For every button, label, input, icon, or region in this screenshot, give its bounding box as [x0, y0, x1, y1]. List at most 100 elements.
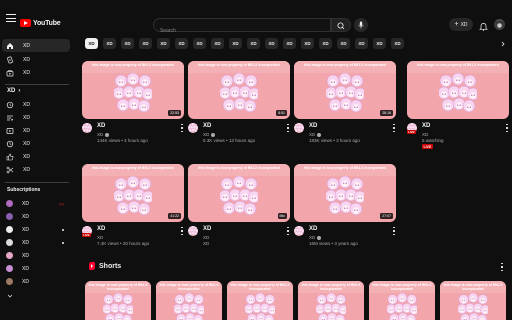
- video-title[interactable]: XD: [203, 226, 211, 232]
- sidebar-subscription[interactable]: XD ((•)): [2, 197, 70, 210]
- thumbnail-caption: this image is now property of BKLX Incor…: [301, 283, 361, 291]
- search-button[interactable]: [331, 18, 351, 32]
- shorts-more-icon[interactable]: [500, 262, 504, 272]
- filter-chip[interactable]: XD: [211, 38, 224, 49]
- more-options-icon[interactable]: [286, 123, 290, 133]
- filter-chip[interactable]: XD: [121, 38, 134, 49]
- video-title[interactable]: XD: [422, 123, 430, 129]
- more-options-icon[interactable]: [392, 226, 396, 236]
- more-options-icon[interactable]: [286, 226, 290, 236]
- channel-avatar[interactable]: [294, 123, 304, 133]
- filter-chip[interactable]: XD: [301, 38, 314, 49]
- thumbnail-caption: this image is now property of BKLX Incor…: [304, 166, 386, 170]
- search-box: [153, 18, 331, 37]
- voice-search-button[interactable]: [354, 18, 368, 32]
- short-thumbnail[interactable]: this image is now property of BKLX Incor…: [85, 281, 151, 320]
- video-thumbnail[interactable]: this image is now property of BKLX Incor…: [407, 61, 509, 119]
- filter-chip[interactable]: XD: [319, 38, 332, 49]
- more-options-icon[interactable]: [392, 123, 396, 133]
- sidebar-item-liked-videos[interactable]: XD: [2, 150, 70, 163]
- channel-name[interactable]: XD: [203, 235, 209, 240]
- filter-chip[interactable]: XD: [157, 38, 170, 49]
- filter-chip[interactable]: XD: [103, 38, 116, 49]
- sidebar-item-history[interactable]: XD: [2, 98, 70, 111]
- video-thumbnail[interactable]: this image is now property of BKLX Incor…: [294, 164, 396, 222]
- channel-name[interactable]: XD: [309, 132, 322, 137]
- sidebar-item-your-videos[interactable]: XD: [2, 124, 70, 137]
- sidebar-item-subscriptions[interactable]: XD: [2, 66, 70, 79]
- video-thumbnail[interactable]: this image is now property of BKLX Incor…: [188, 164, 290, 222]
- channel-avatar: [6, 213, 13, 220]
- sidebar-subscription[interactable]: XD: [2, 275, 70, 288]
- filter-chip[interactable]: XD: [247, 38, 260, 49]
- video-thumbnail[interactable]: this image is now property of BKLX Incor…: [82, 61, 184, 119]
- sidebar-subscription[interactable]: XD: [2, 223, 70, 236]
- sidebar-item-home[interactable]: XD: [2, 39, 70, 52]
- channel-name[interactable]: XD: [97, 132, 110, 137]
- youtube-logo[interactable]: YouTube: [20, 19, 61, 27]
- channel-name[interactable]: XD: [97, 235, 103, 240]
- channel-name[interactable]: XD: [422, 132, 428, 137]
- short-thumbnail[interactable]: this image is now property of BKLX Incor…: [227, 281, 293, 320]
- top-bar: YouTube + XD: [0, 0, 512, 37]
- video-duration: 27:07: [380, 213, 393, 219]
- filter-chip[interactable]: XD: [265, 38, 278, 49]
- more-options-icon[interactable]: [180, 226, 184, 236]
- sidebar-item-shorts[interactable]: XD: [2, 53, 70, 66]
- sidebar-item-clips[interactable]: XD: [2, 163, 70, 176]
- filter-chip[interactable]: XD: [391, 38, 404, 49]
- sidebar-subscription[interactable]: XD: [2, 236, 70, 249]
- create-button[interactable]: + XD: [449, 18, 473, 31]
- channel-avatar[interactable]: [188, 226, 198, 236]
- filter-chip[interactable]: XD: [355, 38, 368, 49]
- sidebar-item-watch-later[interactable]: XD: [2, 137, 70, 150]
- video-title[interactable]: XD: [309, 123, 317, 129]
- sidebar-subscription[interactable]: XD: [2, 210, 70, 223]
- thumbnail-art: [112, 72, 155, 113]
- filter-chip[interactable]: XD: [193, 38, 206, 49]
- filter-chip[interactable]: XD: [373, 38, 386, 49]
- subscription-label: XD: [22, 239, 29, 246]
- filter-chip[interactable]: XD: [139, 38, 152, 49]
- chips-next-button[interactable]: [497, 38, 508, 49]
- notifications-button[interactable]: [478, 19, 489, 31]
- video-title[interactable]: XD: [309, 226, 317, 232]
- video-thumbnail[interactable]: this image is now property of BKLX Incor…: [188, 61, 290, 119]
- channel-name[interactable]: XD: [203, 132, 216, 137]
- video-thumbnail[interactable]: this image is now property of BKLX Incor…: [82, 164, 184, 222]
- video-stats: 5 watching: [422, 138, 444, 143]
- sidebar-subscription[interactable]: XD: [2, 262, 70, 275]
- account-avatar[interactable]: [494, 19, 505, 30]
- filter-chip[interactable]: XD: [229, 38, 242, 49]
- filter-chip[interactable]: XD: [283, 38, 296, 49]
- more-options-icon[interactable]: [180, 123, 184, 133]
- video-title[interactable]: XD: [203, 123, 211, 129]
- video-title[interactable]: XD: [97, 226, 105, 232]
- show-more-button[interactable]: [2, 289, 70, 302]
- search-input[interactable]: [154, 25, 330, 37]
- verified-icon: [211, 132, 216, 137]
- short-thumbnail[interactable]: this image is now property of BKLX Incor…: [156, 281, 222, 320]
- channel-avatar[interactable]: [188, 123, 198, 133]
- menu-icon[interactable]: [6, 14, 16, 22]
- thumbnail-art-wrap: [218, 175, 261, 222]
- sidebar-subscription[interactable]: XD: [2, 249, 70, 262]
- short-thumbnail[interactable]: this image is now property of BKLX Incor…: [369, 281, 435, 320]
- home-icon: [6, 42, 14, 50]
- sidebar-item-playlists[interactable]: XD: [2, 111, 70, 124]
- channel-name[interactable]: XD: [309, 235, 322, 240]
- short-thumbnail[interactable]: this image is now property of BKLX Incor…: [298, 281, 364, 320]
- video-thumbnail[interactable]: this image is now property of BKLX Incor…: [294, 61, 396, 119]
- thumbnail-art: [82, 123, 92, 133]
- subscriptions-icon: [6, 69, 14, 77]
- channel-avatar[interactable]: [82, 123, 92, 133]
- filter-chip[interactable]: XD: [85, 38, 98, 49]
- video-title[interactable]: XD: [97, 123, 105, 129]
- short-thumbnail[interactable]: this image is now property of BKLX Incor…: [440, 281, 506, 320]
- more-options-icon[interactable]: [505, 123, 509, 133]
- you-section-title[interactable]: XD ›: [7, 88, 20, 94]
- filter-chip[interactable]: XD: [175, 38, 188, 49]
- filter-chip[interactable]: XD: [337, 38, 350, 49]
- channel-avatar[interactable]: [294, 226, 304, 236]
- channel-avatar: [6, 239, 13, 246]
